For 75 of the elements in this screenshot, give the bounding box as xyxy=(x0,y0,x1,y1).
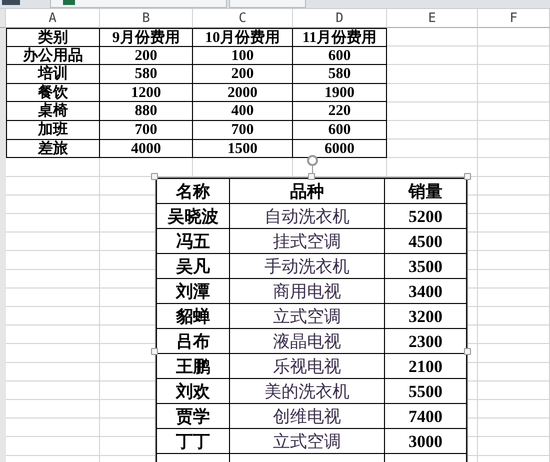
start-icon[interactable] xyxy=(2,0,20,5)
resize-handle[interactable] xyxy=(151,173,158,180)
column-header[interactable]: E xyxy=(387,9,478,28)
table-cell: 400 xyxy=(193,102,293,121)
table-cell: 创维电视 xyxy=(230,404,384,428)
table-cell: 600 xyxy=(293,46,387,66)
column-heading: 类别 xyxy=(6,28,100,47)
column-header[interactable]: C xyxy=(193,9,293,28)
column-heading: 9月份费用 xyxy=(100,28,193,47)
table-cell: 600 xyxy=(293,120,387,140)
taskbar-button[interactable] xyxy=(50,0,227,8)
column-header[interactable]: A xyxy=(6,9,100,28)
table-cell: 美的洗衣机 xyxy=(230,378,384,404)
table-cell: 4000 xyxy=(100,140,193,158)
column-heading: 品种 xyxy=(230,178,384,204)
table-cell: 液晶电视 xyxy=(230,328,384,354)
table-cell: 5200 xyxy=(384,204,466,228)
table-cell: 3500 xyxy=(384,254,466,278)
column-header[interactable]: B xyxy=(100,9,193,28)
table-cell: 6000 xyxy=(293,140,387,158)
table-cell: 200 xyxy=(100,46,193,66)
table-cell: 3000 xyxy=(384,428,466,454)
table-cell: 冯五 xyxy=(156,228,230,254)
table-cell: 立式空调 xyxy=(230,304,384,328)
table-cell: 1200 xyxy=(100,84,193,102)
spreadsheet-icon xyxy=(63,0,75,5)
table-cell: 580 xyxy=(293,65,387,84)
column-header[interactable]: D xyxy=(293,9,387,28)
resize-handle[interactable] xyxy=(464,173,471,180)
table-cell: 100 xyxy=(193,46,293,66)
table-cell: 4500 xyxy=(384,228,466,254)
column-heading: 名称 xyxy=(156,178,230,204)
table-cell: 手动洗衣机 xyxy=(230,254,384,278)
table-cell: 700 xyxy=(193,120,293,140)
table-cell: 580 xyxy=(100,65,193,84)
table-cell: 700 xyxy=(100,120,193,140)
table-cell: 2000 xyxy=(193,84,293,102)
table-cell: 5500 xyxy=(384,378,466,404)
table-cell: 1900 xyxy=(293,84,387,102)
column-heading: 10月份费用 xyxy=(193,28,293,47)
table-cell: 自动洗衣机 xyxy=(230,204,384,228)
table-cell: 刘欢 xyxy=(156,378,230,404)
table-cell: 商用电视 xyxy=(230,278,384,304)
table-cell: 200 xyxy=(193,65,293,84)
table-cell: 3200 xyxy=(384,304,466,328)
table-cell: 挂式空调 xyxy=(230,228,384,254)
table-cell: 王鹏 xyxy=(156,354,230,378)
table-cell: 220 xyxy=(293,102,387,121)
table-cell: 立式空调 xyxy=(230,428,384,454)
column-heading: 销量 xyxy=(384,178,466,204)
table-cell: 乐视电视 xyxy=(230,354,384,378)
table-cell: 丁丁 xyxy=(156,428,230,454)
table-cell: 加班 xyxy=(6,120,100,140)
table-cell: 880 xyxy=(100,102,193,121)
table-cell: 差旅 xyxy=(6,140,100,158)
table-picture[interactable]: 名称 品种 销量 吴晓波 自动洗衣机 5200 冯五 挂式空调 4500 吴凡 手动洗衣机 3500 刘潭 商用电视 3400 貂蝉 立式空调 3200 吕布 液晶电视 2300 王鹏 乐视电视 2100 刘欢 美的洗衣机 5500 贾学 创维电视 7400 丁丁 立式空调 3000 xyxy=(155,177,468,462)
table-cell: 贾学 xyxy=(156,404,230,428)
table-cell: 7400 xyxy=(384,404,466,428)
table-cell: 办公用品 xyxy=(6,46,100,66)
table-cell: 桌椅 xyxy=(6,102,100,121)
table-cell: 吴晓波 xyxy=(156,204,230,228)
resize-handle[interactable] xyxy=(464,348,471,355)
resize-handle[interactable] xyxy=(151,348,158,355)
table-cell: 吴凡 xyxy=(156,254,230,278)
column-header[interactable]: F xyxy=(478,9,550,28)
table-cell: 貂蝉 xyxy=(156,304,230,328)
select-all-corner[interactable] xyxy=(0,9,6,28)
table-cell: 餐饮 xyxy=(6,84,100,102)
table-cell: 培训 xyxy=(6,65,100,84)
column-heading: 11月份费用 xyxy=(293,28,387,47)
table-cell: 刘潭 xyxy=(156,278,230,304)
table-cell: 3400 xyxy=(384,278,466,304)
table-cell: 1500 xyxy=(193,140,293,158)
resize-handle[interactable] xyxy=(308,173,315,180)
table-cell: 2100 xyxy=(384,354,466,378)
